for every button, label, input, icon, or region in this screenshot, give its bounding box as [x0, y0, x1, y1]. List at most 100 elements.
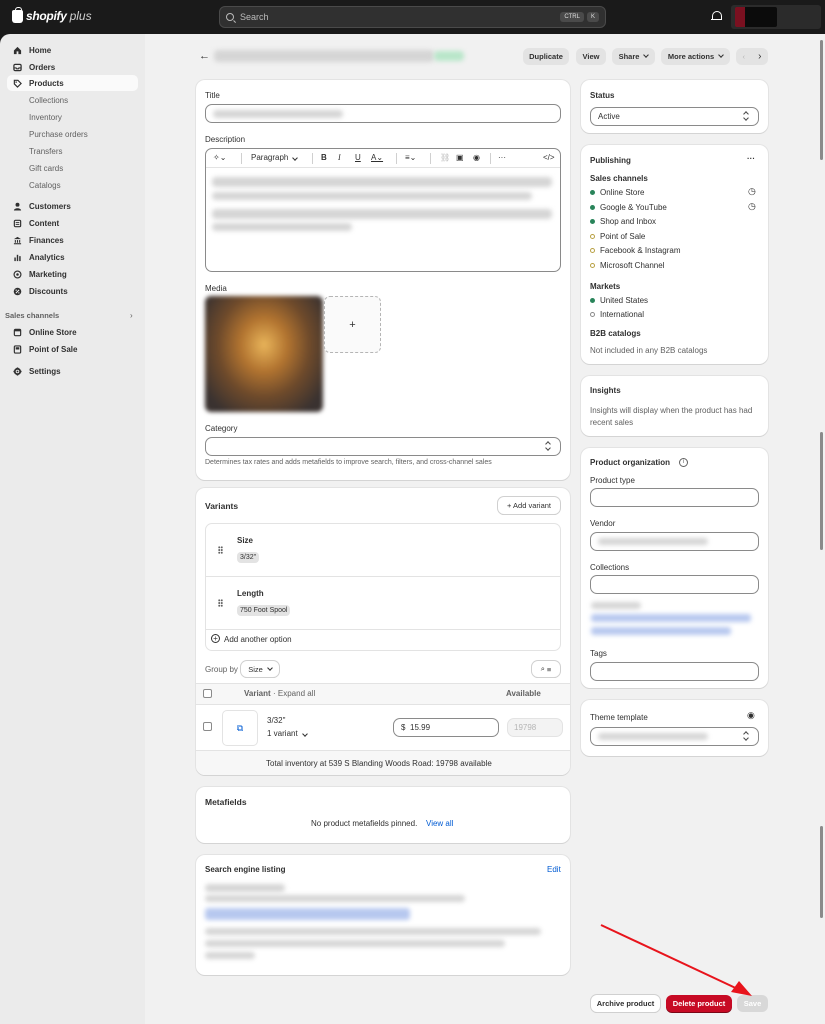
sidebar-item-discounts[interactable]: Discounts	[7, 283, 138, 299]
sidebar-item-catalogs[interactable]: Catalogs	[29, 181, 61, 190]
sidebar-item-collections[interactable]: Collections	[29, 96, 68, 105]
drag-handle-icon[interactable]	[218, 546, 223, 554]
back-arrow-icon[interactable]: ←	[199, 50, 210, 62]
kbd-k: K	[586, 12, 599, 22]
avatar	[735, 7, 777, 27]
group-by-select[interactable]: Size	[241, 661, 279, 677]
view-all-link[interactable]: View all	[426, 819, 453, 828]
info-icon[interactable]: i	[679, 458, 688, 467]
code-view-icon[interactable]: </>	[543, 153, 555, 162]
sidebar-item-finances[interactable]: Finances	[7, 232, 138, 248]
text-color-icon[interactable]: A⌄	[371, 153, 383, 162]
variant-row-name[interactable]: 3/32"	[267, 716, 285, 725]
search-filter-button[interactable]: ⌕ ≡	[532, 661, 560, 677]
tags-input[interactable]	[590, 662, 759, 681]
shopify-logo[interactable]: shopify plus	[12, 6, 92, 23]
sidebar-item-content[interactable]: Content	[7, 215, 138, 231]
home-icon	[13, 46, 22, 55]
search-input[interactable]: Search CTRL K	[219, 6, 606, 28]
prev-product-icon[interactable]: ‹	[743, 52, 746, 61]
paragraph-dropdown[interactable]: Paragraph	[251, 153, 299, 162]
underline-icon[interactable]: U	[355, 153, 361, 162]
image-icon[interactable]: ▣	[456, 153, 464, 162]
scrollbar-thumb-secondary[interactable]	[820, 432, 823, 550]
archive-product-button[interactable]: Archive product	[591, 995, 660, 1012]
person-icon	[13, 202, 22, 211]
product-image[interactable]	[205, 296, 323, 412]
share-button[interactable]: Share	[612, 48, 655, 65]
expand-all-link[interactable]: · Expand all	[273, 689, 315, 698]
italic-icon[interactable]: I	[338, 153, 341, 162]
bold-icon[interactable]: B	[321, 153, 327, 162]
align-icon[interactable]: ≡⌄	[405, 153, 416, 162]
ai-sparkle-icon[interactable]: ✧⌄	[213, 153, 226, 162]
channel-point-of-sale: Point of Sale	[600, 232, 646, 241]
chevron-right-icon[interactable]: ›	[130, 311, 133, 320]
sidebar-section-sales-channels[interactable]: Sales channels	[5, 311, 59, 320]
account-menu[interactable]	[731, 5, 821, 29]
sidebar-item-inventory[interactable]: Inventory	[29, 113, 62, 122]
sidebar-item-customers[interactable]: Customers	[7, 198, 138, 214]
more-horizontal-icon[interactable]: ···	[747, 154, 755, 163]
option-value-length[interactable]: 750 Foot Spool	[237, 605, 291, 616]
variant-price-value: 15.99	[410, 723, 431, 732]
channel-online-store: Online Store	[600, 188, 645, 197]
sidebar-item-purchase-orders[interactable]: Purchase orders	[29, 130, 88, 139]
more-formatting-icon[interactable]: ···	[498, 153, 506, 162]
duplicate-button[interactable]: Duplicate	[523, 48, 569, 65]
video-icon[interactable]: ◉	[473, 153, 480, 162]
next-product-icon[interactable]: ›	[758, 51, 761, 62]
sidebar-item-marketing[interactable]: Marketing	[7, 266, 138, 282]
variant-price-input[interactable]	[393, 718, 499, 737]
product-type-input[interactable]	[590, 488, 759, 507]
sidebar-item-transfers[interactable]: Transfers	[29, 147, 63, 156]
sidebar-item-point-of-sale[interactable]: Point of Sale	[7, 341, 138, 357]
target-icon	[13, 269, 22, 279]
seo-title: Search engine listing	[205, 865, 286, 874]
collections-label: Collections	[590, 563, 630, 572]
market-status-dot	[590, 298, 595, 303]
add-circle-icon: +	[211, 634, 220, 643]
sidebar-item-home[interactable]: Home	[7, 42, 138, 58]
delete-product-button[interactable]: Delete product	[666, 995, 732, 1012]
eye-icon[interactable]: ◉	[747, 710, 755, 721]
variant-row-count[interactable]: 1 variant	[267, 729, 308, 738]
collections-input[interactable]	[590, 575, 759, 594]
link-icon[interactable]: ⛓	[440, 153, 450, 162]
vendor-value-blurred	[598, 538, 708, 545]
scrollbar-thumb-lower[interactable]	[820, 826, 823, 918]
bell-icon[interactable]	[711, 11, 722, 22]
inbox-icon	[13, 63, 22, 72]
save-button[interactable]: Save	[737, 995, 768, 1012]
more-actions-button[interactable]: More actions	[661, 48, 730, 65]
select-all-checkbox[interactable]	[203, 689, 212, 698]
add-another-option-link[interactable]: Add another option	[224, 635, 292, 644]
select-arrows-icon	[545, 441, 551, 451]
status-badge	[434, 51, 464, 61]
calendar-schedule-icon[interactable]: ◷	[748, 186, 756, 197]
option-value-size[interactable]: 3/32"	[237, 552, 260, 563]
sales-channels-label: Sales channels	[590, 174, 648, 183]
calendar-schedule-icon[interactable]: ◷	[748, 201, 756, 212]
category-label: Category	[205, 424, 238, 433]
col-variant: Variant	[244, 689, 271, 698]
sidebar-item-orders[interactable]: Orders	[7, 59, 138, 75]
add-variant-button[interactable]: + Add variant	[498, 497, 560, 514]
seo-preview-blurred	[205, 884, 285, 892]
add-image-icon[interactable]: ⧉	[222, 710, 258, 746]
sidebar-item-online-store[interactable]: Online Store	[7, 324, 138, 340]
sidebar-item-analytics[interactable]: Analytics	[7, 249, 138, 265]
top-bar: shopify plus Search CTRL K	[0, 0, 825, 34]
view-button[interactable]: View	[576, 48, 606, 65]
variant-row-checkbox[interactable]	[203, 722, 212, 731]
drag-handle-icon[interactable]	[218, 599, 223, 607]
title-label: Title	[205, 91, 220, 100]
sidebar-item-settings[interactable]: Settings	[7, 363, 138, 379]
scrollbar-thumb[interactable]	[820, 40, 823, 160]
add-media-button[interactable]: +	[324, 296, 381, 353]
sidebar-item-gift-cards[interactable]: Gift cards	[29, 164, 63, 173]
sidebar-item-products[interactable]: Products	[7, 75, 138, 91]
seo-edit-link[interactable]: Edit	[547, 865, 561, 874]
description-text-blurred	[212, 177, 552, 187]
category-select[interactable]	[205, 437, 561, 456]
